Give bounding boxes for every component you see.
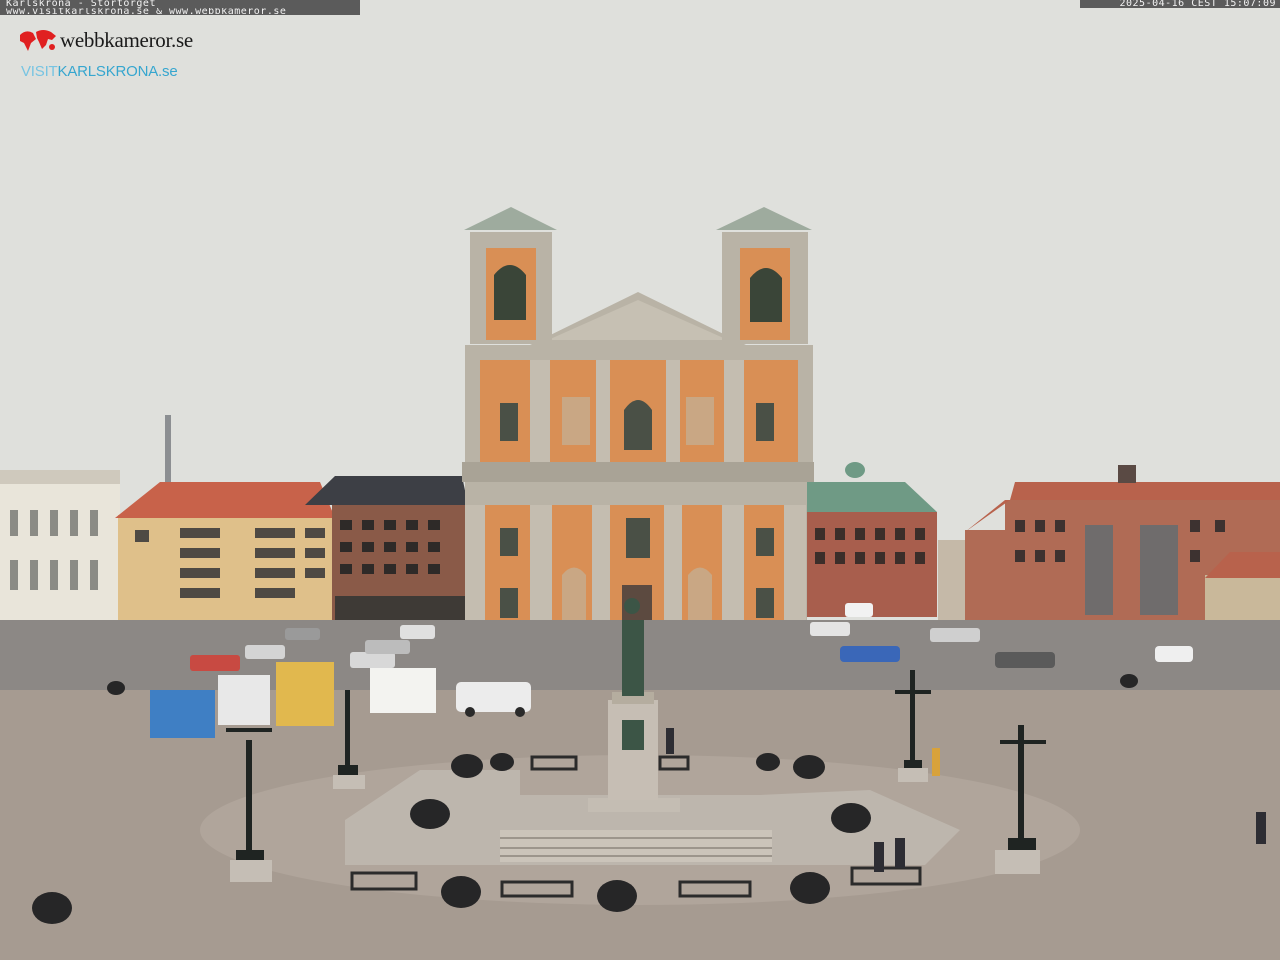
world-map-icon <box>20 30 56 51</box>
visitkarlskrona-logo: VISITKARLSKRONA.se <box>21 63 178 80</box>
caption-location: Karlskrona - Stortorget <box>6 0 156 8</box>
visit-main: KARLSKRONA.se <box>57 63 178 80</box>
caption-urls: www.visitkarlskrona.se & www.webbkameror… <box>6 8 287 16</box>
webcam-timestamp: 2025-04-16 CEST 15:07:09 <box>1080 0 1280 9</box>
webcam-scene <box>0 0 1280 960</box>
webcam-caption: Karlskrona - Stortorget www.visitkarlskr… <box>0 0 360 16</box>
webcam-frame: Karlskrona - Stortorget www.visitkarlskr… <box>0 0 1280 960</box>
webbkameror-logo: webbkameror.se <box>18 27 193 53</box>
distant-tower <box>165 415 171 485</box>
webbkameror-logo-text: webbkameror.se <box>60 27 193 52</box>
visit-prefix: VISIT <box>21 63 58 80</box>
red-roof-building <box>115 482 335 635</box>
